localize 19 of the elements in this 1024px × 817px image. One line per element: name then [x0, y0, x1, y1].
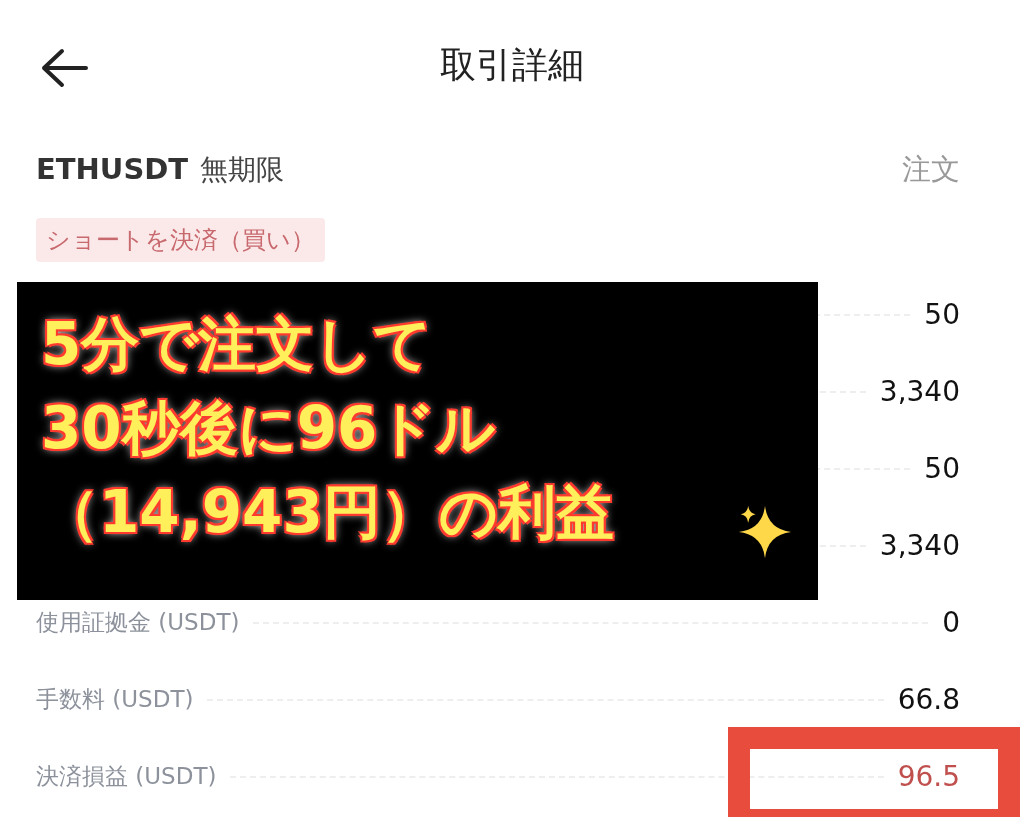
- caption-text: 5分で注文して: [41, 309, 433, 380]
- row-label: 手数料 (USDT): [36, 685, 194, 714]
- row-label: 決済損益 (USDT): [36, 762, 217, 791]
- back-icon[interactable]: [40, 48, 88, 88]
- side-tag: ショートを決済（買い）: [36, 218, 325, 262]
- row-value: 0: [942, 606, 960, 639]
- row-label: 使用証拠金 (USDT): [36, 608, 240, 637]
- contract-type: 無期限: [200, 152, 285, 188]
- symbol-pair: ETHUSDT: [36, 152, 189, 186]
- caption-text: （14,943円）の利益: [41, 477, 614, 548]
- row-value: 50: [924, 298, 960, 331]
- row-value: 3,340: [879, 529, 960, 562]
- row-value: 96.5: [897, 760, 960, 793]
- caption-text: 30秒後に96ドル: [41, 393, 496, 464]
- page-title: 取引詳細: [440, 42, 584, 87]
- row-value: 50: [924, 452, 960, 485]
- order-type: 注文: [902, 151, 960, 188]
- row-value: 66.8: [897, 683, 960, 716]
- row-value: 3,340: [879, 375, 960, 408]
